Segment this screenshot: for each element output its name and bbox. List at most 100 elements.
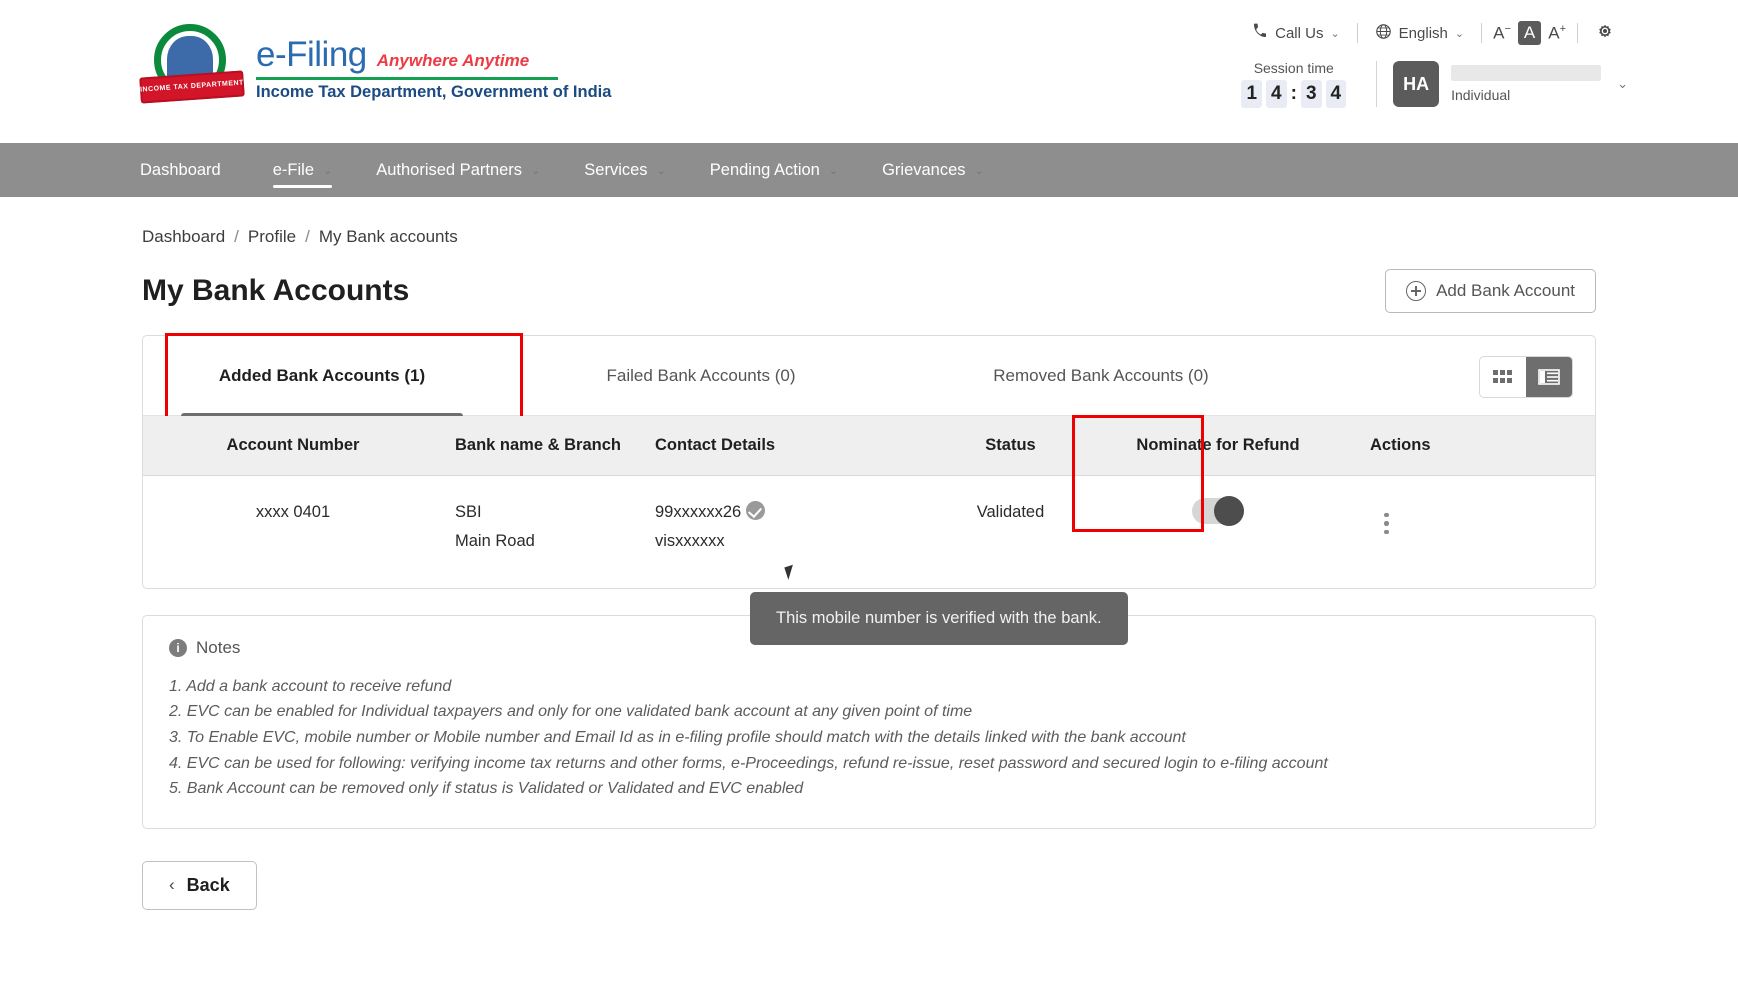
grid-view-button[interactable] [1480,357,1526,397]
font-increase-label: A [1548,23,1559,42]
list-view-button[interactable] [1526,357,1572,397]
call-us-label: Call Us [1275,25,1323,42]
verified-tooltip: This mobile number is verified with the … [750,592,1128,645]
font-increase-button[interactable]: A+ [1541,21,1573,46]
breadcrumb-dashboard[interactable]: Dashboard [142,227,225,247]
page-root: INCOME TAX DEPARTMENT e-Filing Anywhere … [0,0,1738,990]
brand-title: e-Filing [256,35,367,75]
table-row: xxxx 0401 SBI Main Road 99xxxxxx26 visxx… [143,476,1595,588]
nav-item-e-file[interactable]: e-File ⌄ [251,143,354,197]
grid-icon [1492,368,1514,386]
plus-circle-icon [1406,281,1426,301]
nav-label: Dashboard [140,161,221,180]
divider [1481,23,1482,43]
emblem-ribbon-text: INCOME TAX DEPARTMENT [139,70,245,103]
main-content: Dashboard / Profile / My Bank accounts M… [0,197,1738,910]
font-decrease-label: A [1493,23,1504,42]
nominate-for-refund-toggle[interactable] [1192,498,1244,524]
divider [1376,61,1377,107]
chevron-left-icon: ‹ [169,875,175,895]
font-normal-button[interactable]: A [1518,21,1541,45]
chevron-down-icon: ⌄ [975,164,984,177]
nav-item-services[interactable]: Services ⌄ [562,143,688,197]
verified-check-icon[interactable] [746,501,765,520]
chevron-down-icon: ⌄ [829,164,838,177]
brand-subtitle: Income Tax Department, Government of Ind… [256,83,611,102]
info-icon: i [169,639,187,657]
profile-menu[interactable]: HA Individual ⌄ [1393,61,1628,107]
nav-label: Pending Action [710,161,820,180]
tab-bar: Added Bank Accounts (1) Failed Bank Acco… [143,336,1595,416]
breadcrumb: Dashboard / Profile / My Bank accounts [142,197,1596,247]
brand-text: e-Filing Anywhere Anytime Income Tax Dep… [256,31,611,102]
tab-label: Removed Bank Accounts (0) [993,366,1208,386]
chevron-down-icon: ⌄ [531,164,540,177]
font-normal-label: A [1524,23,1535,42]
contrast-settings-button[interactable] [1582,21,1628,45]
list-icon [1538,368,1560,386]
user-type-label: Individual [1451,87,1601,103]
add-bank-account-button[interactable]: Add Bank Account [1385,269,1596,313]
site-header: INCOME TAX DEPARTMENT e-Filing Anywhere … [0,0,1738,143]
brand-divider [256,77,558,80]
header-utilities: Call Us ⌄ English ⌄ A− A A+ [1239,16,1628,108]
session-sec-digit-1: 3 [1301,80,1322,108]
active-indicator [273,185,332,189]
row-actions-menu-icon[interactable] [1380,509,1393,539]
column-header-status: Status [943,436,1078,455]
column-header-actions: Actions [1358,436,1518,455]
chevron-down-icon: ⌄ [1617,76,1628,92]
chevron-down-icon: ⌄ [323,164,332,177]
nav-label: Authorised Partners [376,161,522,180]
cell-status: Validated [943,498,1078,527]
gear-icon [1595,21,1615,45]
nav-item-grievances[interactable]: Grievances ⌄ [860,143,1006,197]
nav-label: Services [584,161,647,180]
table-header-row: Account Number Bank name & Branch Contac… [143,416,1595,476]
column-header-account-number: Account Number [143,436,443,455]
session-sec-digit-2: 4 [1326,80,1347,108]
call-us-menu[interactable]: Call Us ⌄ [1239,23,1353,43]
breadcrumb-separator: / [234,227,239,247]
cell-bank-name-branch: SBI Main Road [443,498,643,556]
contact-email: visxxxxxx [655,527,931,556]
tab-removed-bank-accounts[interactable]: Removed Bank Accounts (0) [901,336,1301,415]
language-selector[interactable]: English ⌄ [1362,23,1477,44]
main-navigation: Dashboard e-File ⌄ Authorised Partners ⌄… [0,143,1738,197]
note-item: 2. EVC can be enabled for Individual tax… [169,699,1569,725]
tab-label: Added Bank Accounts (1) [219,366,425,386]
font-decrease-button[interactable]: A− [1486,21,1518,46]
tab-failed-bank-accounts[interactable]: Failed Bank Accounts (0) [501,336,901,415]
column-header-bank-name-branch: Bank name & Branch [443,436,643,455]
brand-logo[interactable]: INCOME TAX DEPARTMENT e-Filing Anywhere … [140,22,611,110]
session-colon: : [1291,83,1297,105]
chevron-down-icon: ⌄ [657,164,666,177]
nav-item-dashboard[interactable]: Dashboard [140,143,251,197]
bank-branch: Main Road [455,527,631,556]
nav-item-authorised-partners[interactable]: Authorised Partners ⌄ [354,143,562,197]
column-header-nominate-for-refund: Nominate for Refund [1078,436,1358,455]
footer-actions: ‹ Back [142,861,1596,910]
cell-account-number: xxxx 0401 [143,498,443,527]
notes-heading-label: Notes [196,638,240,658]
note-item: 3. To Enable EVC, mobile number or Mobil… [169,725,1569,751]
note-item: 5. Bank Account can be removed only if s… [169,776,1569,802]
breadcrumb-profile[interactable]: Profile [248,227,296,247]
toggle-knob [1214,496,1244,526]
nav-label: e-File [273,161,314,180]
back-button[interactable]: ‹ Back [142,861,257,910]
session-timer: Session time 1 4 : 3 4 [1241,60,1346,108]
tab-added-bank-accounts[interactable]: Added Bank Accounts (1) [143,336,501,415]
divider [1577,23,1578,43]
nav-item-pending-action[interactable]: Pending Action ⌄ [688,143,860,197]
chevron-down-icon: ⌄ [1455,27,1464,40]
divider [1357,23,1358,43]
national-emblem-icon: INCOME TAX DEPARTMENT [140,22,244,110]
contact-mobile: 99xxxxxx26 [655,503,741,521]
breadcrumb-separator: / [305,227,310,247]
bank-name: SBI [455,498,631,527]
bank-accounts-card: Added Bank Accounts (1) Failed Bank Acco… [142,335,1596,589]
brand-tagline: Anywhere Anytime [377,51,529,71]
note-item: 1. Add a bank account to receive refund [169,674,1569,700]
session-time-label: Session time [1241,60,1346,76]
